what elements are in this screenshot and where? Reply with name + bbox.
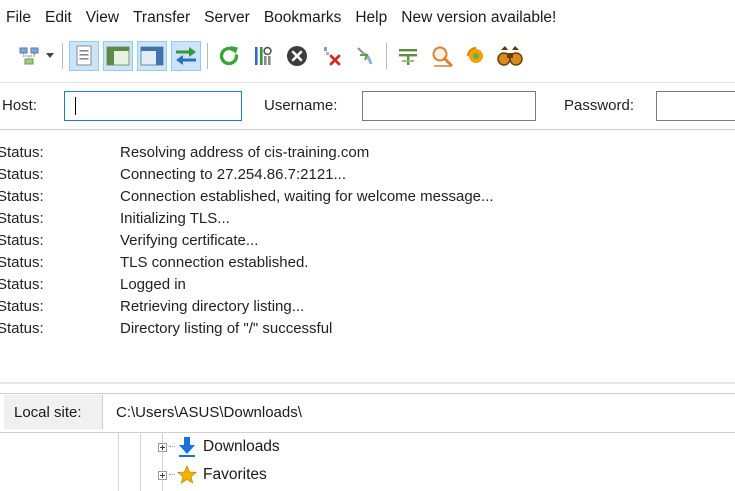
synchronized-browsing-icon: [467, 47, 483, 63]
expand-toggle[interactable]: [158, 442, 167, 452]
menu-server[interactable]: Server: [197, 9, 257, 27]
log-message: Initializing TLS...: [120, 210, 230, 227]
tree-connector: [169, 474, 175, 476]
tree-item-label: Downloads: [203, 438, 280, 455]
tree-guide-line: [118, 432, 119, 491]
log-message: Resolving address of cis-training.com: [120, 144, 370, 161]
pane-splitter[interactable]: [0, 382, 735, 384]
log-type: Status:: [0, 144, 44, 161]
chevron-down-icon: [46, 53, 54, 58]
log-type: Status:: [0, 298, 44, 315]
menu-view[interactable]: View: [79, 9, 126, 27]
reconnect-icon: [357, 47, 373, 65]
log-entry: Status: Connecting to 27.254.86.7:2121..…: [0, 166, 735, 188]
log-type: Status:: [0, 276, 44, 293]
tree-item-downloads[interactable]: Downloads: [158, 436, 280, 458]
toggle-remote-tree-icon: [140, 46, 164, 66]
tree-guide-line: [140, 432, 141, 491]
toggle-message-log-button[interactable]: [69, 41, 99, 71]
directory-filter-button[interactable]: [393, 41, 423, 71]
username-input[interactable]: [362, 91, 536, 121]
toggle-directory-comparison-icon: [432, 46, 453, 67]
process-queue-button[interactable]: [248, 41, 278, 71]
log-message: TLS connection established.: [120, 254, 309, 271]
log-message: Connection established, waiting for welc…: [120, 188, 494, 205]
search-files-button[interactable]: [495, 41, 525, 71]
toolbar-separator: [386, 43, 387, 69]
directory-filter-icon: [399, 49, 417, 65]
log-type: Status:: [0, 254, 44, 271]
toggle-directory-comparison-button[interactable]: [427, 41, 457, 71]
log-type: Status:: [0, 232, 44, 249]
menu-transfer[interactable]: Transfer: [126, 9, 197, 27]
toolbar-separator: [207, 43, 208, 69]
log-entry: Status: TLS connection established.: [0, 254, 735, 276]
reconnect-button[interactable]: [350, 41, 380, 71]
log-entry: Status: Resolving address of cis-trainin…: [0, 144, 735, 166]
toggle-local-tree-icon: [106, 46, 130, 66]
log-entry: Status: Directory listing of "/" success…: [0, 320, 735, 342]
local-site-path-input[interactable]: [104, 395, 734, 429]
log-message: Directory listing of "/" successful: [120, 320, 333, 337]
password-label: Password:: [564, 97, 635, 114]
site-manager-dropdown[interactable]: [44, 41, 56, 71]
log-message: Connecting to 27.254.86.7:2121...: [120, 166, 347, 183]
toggle-transfer-queue-icon: [176, 47, 196, 65]
log-message: Logged in: [120, 276, 186, 293]
log-entry: Status: Connection established, waiting …: [0, 188, 735, 210]
toolbar: [0, 36, 735, 76]
favorites-star-icon: [177, 465, 197, 485]
menu-help[interactable]: Help: [348, 9, 394, 27]
toolbar-separator: [62, 43, 63, 69]
disconnect-icon: [324, 47, 341, 66]
log-entry: Status: Initializing TLS...: [0, 210, 735, 232]
log-entry: Status: Logged in: [0, 276, 735, 298]
synchronized-browsing-button[interactable]: [461, 41, 491, 71]
downloads-arrow-icon: [177, 437, 197, 457]
log-message: Retrieving directory listing...: [120, 298, 305, 315]
tree-item-favorites[interactable]: Favorites: [158, 464, 267, 486]
local-site-label: Local site:: [4, 395, 103, 429]
log-type: Status:: [0, 320, 44, 337]
toggle-remote-tree-button[interactable]: [137, 41, 167, 71]
local-directory-tree: Downloads Favorites: [0, 432, 735, 491]
site-manager-icon: [19, 47, 39, 65]
host-input[interactable]: [64, 91, 242, 121]
menu-bookmarks[interactable]: Bookmarks: [257, 9, 349, 27]
log-message: Verifying certificate...: [120, 232, 259, 249]
menu-edit[interactable]: Edit: [38, 9, 79, 27]
log-entry: Status: Retrieving directory listing...: [0, 298, 735, 320]
log-type: Status:: [0, 210, 44, 227]
disconnect-button[interactable]: [316, 41, 346, 71]
log-entry: Status: Verifying certificate...: [0, 232, 735, 254]
expand-toggle[interactable]: [158, 470, 167, 480]
refresh-button[interactable]: [214, 41, 244, 71]
search-files-icon: [497, 46, 523, 66]
tree-item-label: Favorites: [203, 466, 267, 483]
cancel-operation-button[interactable]: [282, 41, 312, 71]
toggle-transfer-queue-button[interactable]: [171, 41, 201, 71]
username-label: Username:: [264, 97, 338, 114]
log-type: Status:: [0, 166, 44, 183]
tree-connector: [169, 446, 175, 448]
password-input[interactable]: [656, 91, 735, 121]
menu-bar: File Edit View Transfer Server Bookmarks…: [0, 0, 735, 36]
menu-file[interactable]: File: [0, 9, 38, 27]
site-manager-button[interactable]: [14, 41, 44, 71]
menu-new-version[interactable]: New version available!: [394, 9, 563, 27]
process-queue-icon: [255, 46, 272, 65]
message-log[interactable]: Status: Resolving address of cis-trainin…: [0, 144, 735, 370]
cancel-operation-icon: [287, 46, 307, 66]
toggle-message-log-icon: [76, 45, 92, 66]
text-cursor: [75, 97, 76, 115]
host-label: Host:: [2, 97, 38, 114]
local-site-bar: Local site:: [0, 393, 735, 433]
log-type: Status:: [0, 188, 44, 205]
toggle-local-tree-button[interactable]: [103, 41, 133, 71]
refresh-icon: [219, 46, 239, 66]
quickconnect-bar: Host: Username: Password:: [0, 82, 735, 130]
